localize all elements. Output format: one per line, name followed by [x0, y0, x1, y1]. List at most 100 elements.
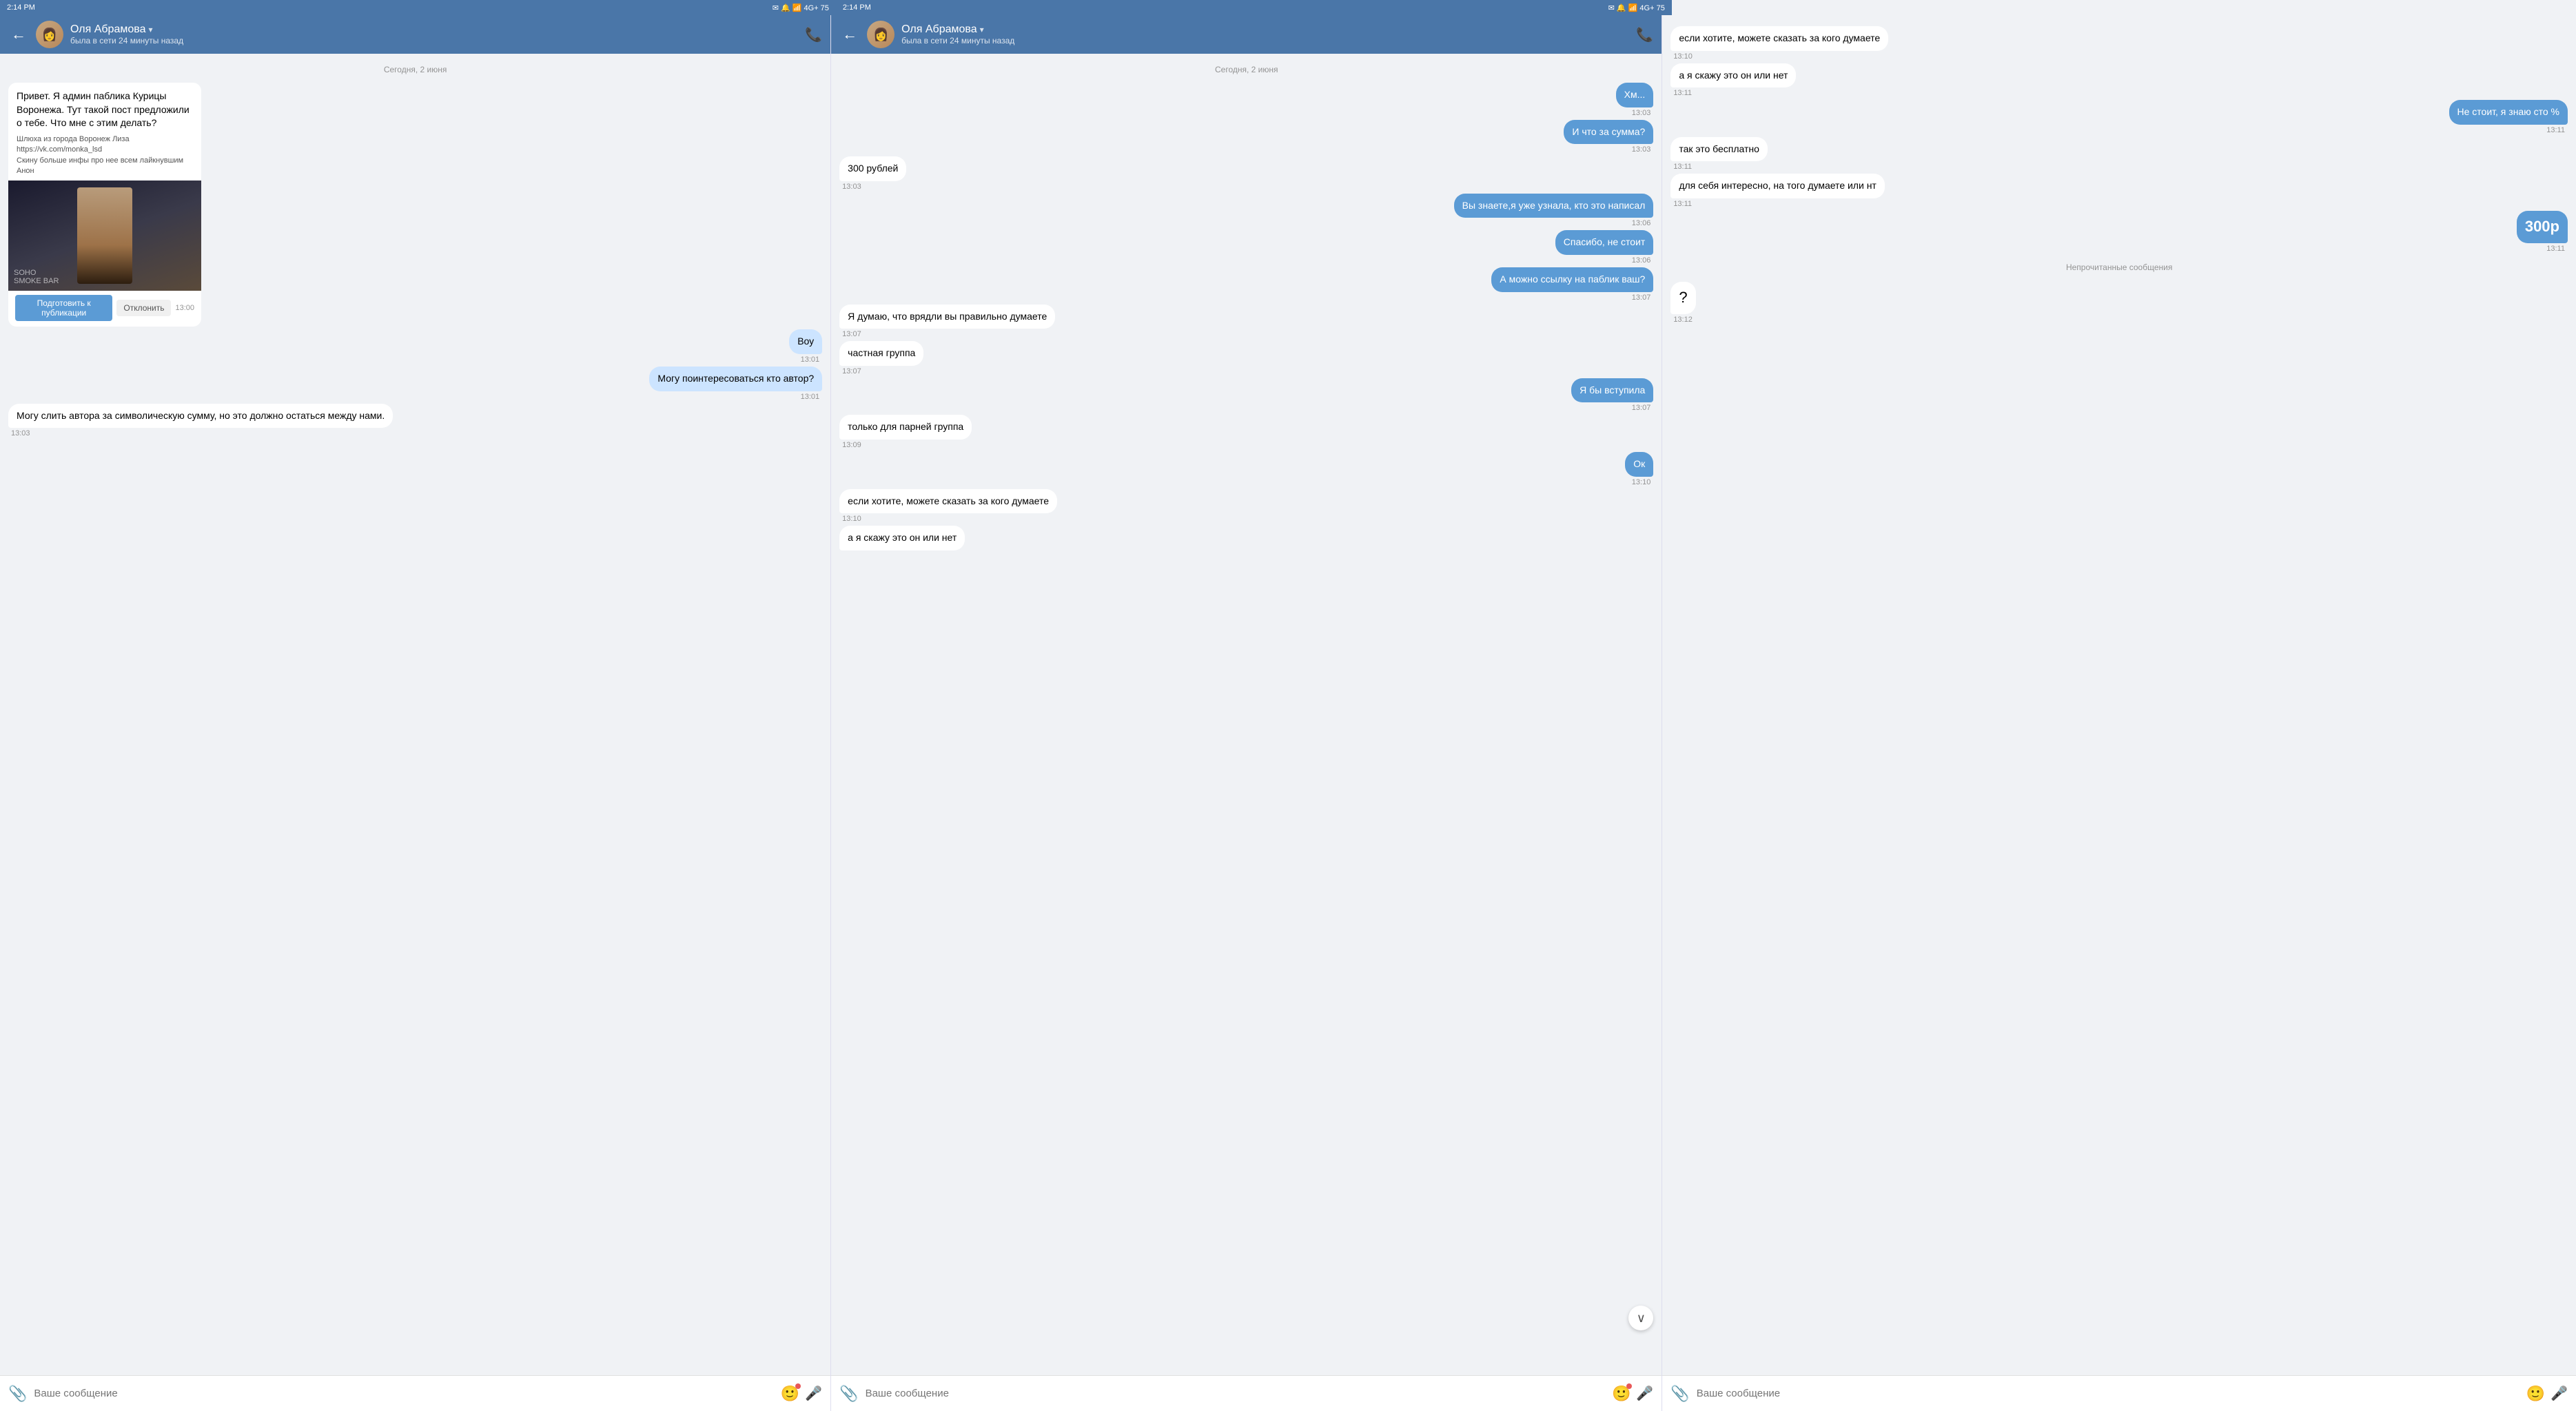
date-divider-left: Сегодня, 2 июня [8, 65, 822, 74]
list-item: А можно ссылку на паблик ваш? 13:07 [1491, 267, 1653, 302]
msg-time: 13:07 [1491, 293, 1653, 302]
input-area-right: 📎 🙂 🎤 [1662, 1375, 2576, 1411]
list-item: Не стоит, я знаю сто % 13:11 [2449, 100, 2568, 134]
attach-icon-middle[interactable]: 📎 [839, 1385, 858, 1403]
attach-icon-right[interactable]: 📎 [1670, 1385, 1689, 1403]
card-image: SOHOSMOKE BAR [8, 181, 201, 291]
list-item: Вы знаете,я уже узнала, кто это написал … [1454, 194, 1654, 228]
chat-header-middle: ← 👩 Оля Абрамова ▾ была в сети 24 минуты… [831, 15, 1662, 54]
bubble: ? [1670, 282, 1695, 314]
msg-time: 13:10 [1625, 478, 1653, 486]
back-button-middle[interactable]: ← [839, 23, 860, 46]
list-item: Воу 13:01 [789, 329, 822, 364]
bubble: а я скажу это он или нет [1670, 63, 1796, 88]
msg-time: 13:09 [839, 441, 972, 449]
notification-dot-middle [1626, 1383, 1632, 1389]
bubble: Хм... [1616, 83, 1654, 107]
bubble: если хотите, можете сказать за кого дума… [1670, 26, 1888, 51]
scroll-down-button[interactable]: ∨ [1628, 1306, 1653, 1330]
list-item: если хотите, можете сказать за кого дума… [839, 489, 1057, 524]
bubble: если хотите, можете сказать за кого дума… [839, 489, 1057, 514]
date-divider-middle: Сегодня, 2 июня [839, 65, 1653, 74]
call-button-middle[interactable]: 📞 [1636, 26, 1653, 43]
publish-button[interactable]: Подготовить к публикации [15, 295, 112, 321]
mic-button-right[interactable]: 🎤 [2551, 1385, 2568, 1402]
msg-time: 13:07 [839, 367, 923, 375]
status-bar-right: 2:14 PM ✉ 🔔 📶 4G+ 75 [836, 0, 1672, 15]
status-time-right: 2:14 PM [843, 3, 871, 12]
bubble: только для парней группа [839, 415, 972, 440]
msg-time: 13:10 [839, 515, 1057, 523]
avatar-middle: 👩 [867, 21, 895, 48]
chat-pane-right: если хотите, можете сказать за кого дума… [1662, 15, 2576, 1411]
bubble: Спасибо, не стоит [1555, 230, 1654, 255]
card-actions: Подготовить к публикации Отклонить 13:00 [8, 291, 201, 327]
list-item: только для парней группа 13:09 [839, 415, 972, 449]
card-bubble: Привет. Я админ паблика Курицы Воронежа.… [8, 83, 201, 327]
msg-time: 13:12 [1670, 316, 1695, 324]
list-item: а я скажу это он или нет 13:11 [1670, 63, 1796, 98]
contact-status-middle: была в сети 24 минуты назад [901, 36, 1629, 45]
msg-time: 13:06 [1454, 219, 1654, 227]
card-meta: Шлюха из города Воронеж Лиза https://vk.… [8, 134, 201, 181]
bubble: А можно ссылку на паблик ваш? [1491, 267, 1653, 292]
header-info-middle: Оля Абрамова ▾ была в сети 24 минуты наз… [901, 23, 1629, 45]
contact-name-left[interactable]: Оля Абрамова ▾ [70, 23, 798, 36]
bubble: Не стоит, я знаю сто % [2449, 100, 2568, 125]
bubble: Могу поинтересоваться кто автор? [649, 367, 822, 391]
list-item: так это бесплатно 13:11 [1670, 137, 1768, 172]
list-item: 300р 13:11 [2517, 211, 2568, 253]
contact-name-middle[interactable]: Оля Абрамова ▾ [901, 23, 1629, 36]
status-bar-empty [1672, 0, 2576, 15]
message-input-middle[interactable] [866, 1388, 1605, 1399]
card-time: 13:00 [175, 304, 194, 312]
list-item: Привет. Я админ паблика Курицы Воронежа.… [8, 83, 201, 327]
contact-status-left: была в сети 24 минуты назад [70, 36, 798, 45]
message-input-right[interactable] [1697, 1388, 2519, 1399]
chevron-icon-middle: ▾ [980, 25, 984, 34]
bubble: Ок [1625, 452, 1653, 477]
msg-time: 13:03 [1616, 109, 1654, 117]
msg-time: 13:03 [1564, 145, 1653, 154]
msg-time: 13:11 [1670, 163, 1768, 171]
list-item: Могу слить автора за символическую сумму… [8, 404, 393, 438]
input-right-left: 🙂 🎤 [781, 1385, 822, 1403]
unread-messages-divider: Непрочитанные сообщения [1670, 262, 2568, 272]
message-input-left[interactable] [34, 1388, 773, 1399]
msg-time: 13:03 [8, 429, 393, 437]
attach-icon-left[interactable]: 📎 [8, 1385, 27, 1403]
list-item: Хм... 13:03 [1616, 83, 1654, 117]
list-item: а я скажу это он или нет [839, 526, 965, 552]
bubble: 300 рублей [839, 156, 906, 181]
list-item: ? 13:12 [1670, 282, 1695, 324]
decline-button[interactable]: Отклонить [116, 300, 171, 316]
emoji-button-middle[interactable]: 🙂 [1612, 1385, 1631, 1403]
input-right-middle: 🙂 🎤 [1612, 1385, 1653, 1403]
mic-button-middle[interactable]: 🎤 [1636, 1385, 1653, 1402]
call-button-left[interactable]: 📞 [805, 26, 822, 43]
list-item: Я думаю, что врядли вы правильно думаете… [839, 305, 1055, 339]
bubble: а я скажу это он или нет [839, 526, 965, 550]
msg-time: 13:07 [839, 330, 1055, 338]
header-info-left: Оля Абрамова ▾ была в сети 24 минуты наз… [70, 23, 798, 45]
emoji-button-right[interactable]: 🙂 [2526, 1385, 2545, 1403]
input-area-middle: 📎 🙂 🎤 [831, 1375, 1662, 1411]
list-item: Ок 13:10 [1625, 452, 1653, 486]
messages-area-middle: Сегодня, 2 июня Хм... 13:03 И что за сум… [831, 54, 1662, 1375]
msg-time: 13:07 [1571, 404, 1653, 412]
status-icons-right: ✉ 🔔 📶 4G+ 75 [1608, 3, 1665, 12]
bubble: Воу [789, 329, 822, 354]
status-time-left: 2:14 PM [7, 3, 35, 12]
msg-time: 13:11 [2517, 245, 2568, 253]
msg-time: 13:10 [1670, 52, 1888, 61]
status-icons-left: ✉ 🔔 📶 4G+ 75 [773, 3, 829, 12]
bubble: И что за сумма? [1564, 120, 1653, 145]
emoji-button-left[interactable]: 🙂 [781, 1385, 799, 1403]
msg-time: 13:01 [789, 356, 822, 364]
notification-dot [795, 1383, 801, 1389]
mic-button-left[interactable]: 🎤 [805, 1385, 822, 1402]
list-item: частная группа 13:07 [839, 341, 923, 375]
list-item: Спасибо, не стоит 13:06 [1555, 230, 1654, 265]
msg-time: 13:01 [649, 393, 822, 401]
back-button-left[interactable]: ← [8, 23, 29, 46]
